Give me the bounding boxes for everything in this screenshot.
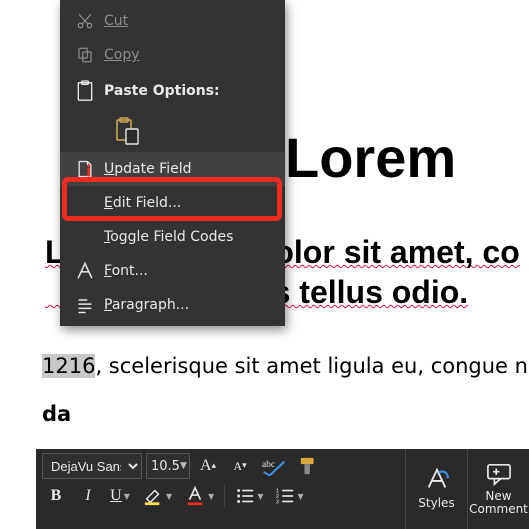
menu-item-toggle-field-codes[interactable]: Toggle Field Codes <box>60 220 285 254</box>
context-menu: Cut Copy Paste Options: Update Field Edi… <box>60 0 285 326</box>
copy-icon <box>66 46 104 64</box>
menu-label: Toggle Field Codes <box>104 229 285 245</box>
menu-label: Paste Options: <box>104 83 285 99</box>
spellcheck-button[interactable]: abc <box>258 453 290 479</box>
bold-button[interactable]: B <box>42 483 70 509</box>
font-icon <box>66 261 104 281</box>
styles-icon <box>423 467 451 493</box>
menu-item-edit-field[interactable]: Edit Field... <box>60 186 285 220</box>
highlight-color-button[interactable]: ▼ <box>138 483 176 509</box>
underline-button[interactable]: U▼ <box>106 483 134 509</box>
selected-text: 1216 <box>42 354 95 378</box>
menu-label: Font... <box>104 263 285 279</box>
svg-text:abc: abc <box>262 460 275 470</box>
menu-label: Edit Field... <box>104 195 285 211</box>
clipboard-icon <box>66 80 104 102</box>
menu-item-paragraph[interactable]: Paragraph... <box>60 288 285 322</box>
menu-item-font[interactable]: Font... <box>60 254 285 288</box>
new-comment-button[interactable]: NewComment <box>467 449 529 529</box>
shrink-font-button[interactable]: A▾ <box>226 453 254 479</box>
styles-button[interactable]: Styles <box>405 449 467 529</box>
menu-label: Copy <box>104 47 285 63</box>
menu-heading-paste-options: Paste Options: <box>60 72 285 110</box>
numbering-button[interactable]: 123▼ <box>271 483 307 509</box>
paragraph-icon <box>66 295 104 315</box>
styles-label: Styles <box>418 497 454 510</box>
new-comment-label: NewComment <box>469 490 528 516</box>
document-paragraph: 1216, scelerisque sit amet ligula eu, co… <box>42 354 529 426</box>
menu-item-update-field[interactable]: Update Field <box>60 152 285 186</box>
comment-icon <box>485 462 513 486</box>
update-field-icon <box>66 159 104 179</box>
grow-font-button[interactable]: A▴ <box>194 453 222 479</box>
paste-icon <box>110 117 144 145</box>
menu-label: Update Field <box>104 161 285 177</box>
svg-text:3: 3 <box>276 499 279 505</box>
format-painter-button[interactable] <box>294 453 324 479</box>
bullets-button[interactable]: ▼ <box>231 483 267 509</box>
scissors-icon <box>66 12 104 30</box>
font-name-select[interactable]: DejaVu Sans <box>42 453 142 479</box>
font-size-select[interactable]: 10.5▼ <box>146 453 190 479</box>
italic-button[interactable]: I <box>74 483 102 509</box>
menu-item-cut: Cut <box>60 4 285 38</box>
mini-format-toolbar: DejaVu Sans 10.5▼ A▴ A▾ abc B I U▼ ▼ ▼ <box>36 449 529 529</box>
menu-label: Paragraph... <box>104 297 285 313</box>
menu-item-copy: Copy <box>60 38 285 72</box>
document-title: Lorem <box>285 125 456 190</box>
menu-label: Cut <box>104 13 285 29</box>
font-color-button[interactable]: ▼ <box>180 483 218 509</box>
menu-item-paste-default[interactable] <box>60 110 285 152</box>
